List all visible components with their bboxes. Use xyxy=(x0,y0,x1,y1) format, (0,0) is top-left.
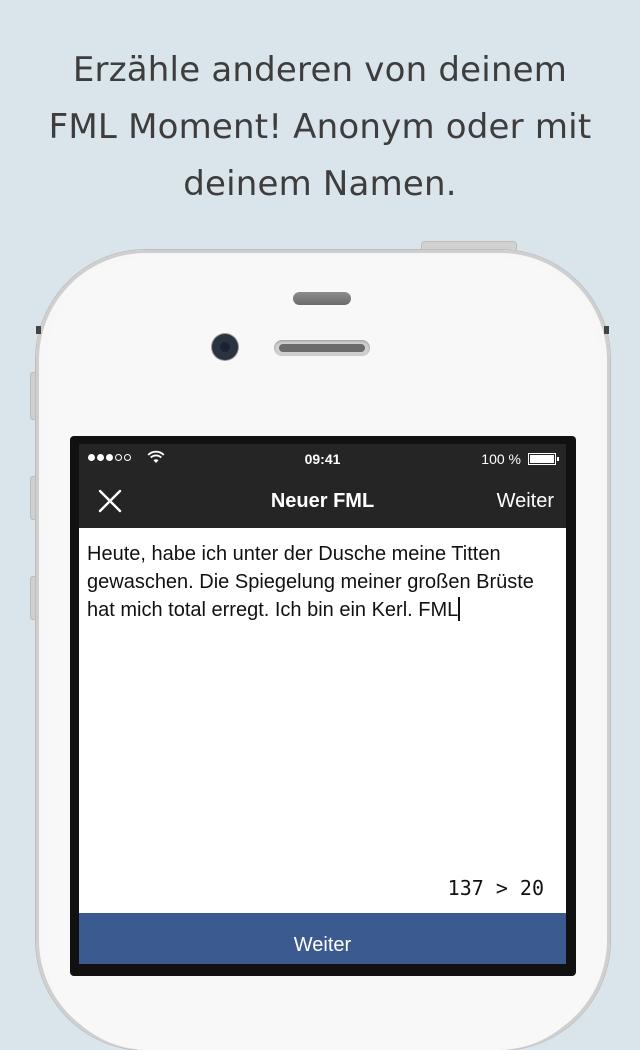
headline-line-2: FML Moment! Anonym oder mit xyxy=(48,107,592,147)
story-text-area[interactable]: Heute, habe ich unter der Dusche meine T… xyxy=(87,540,557,624)
story-text: Heute, habe ich unter der Dusche meine T… xyxy=(87,543,534,621)
promo-headline: Erzähle anderen von deinem FML Moment! A… xyxy=(0,42,640,213)
battery-percentage: 100 % xyxy=(481,451,521,467)
character-counter: 137 > 20 xyxy=(447,876,544,900)
phone-proximity-sensor xyxy=(293,292,351,305)
headline-line-1: Erzähle anderen von deinem xyxy=(72,50,568,90)
phone-earpiece-speaker xyxy=(274,340,370,356)
page-title: Neuer FML xyxy=(270,490,375,512)
phone-antenna-band xyxy=(604,326,609,334)
phone-antenna-band xyxy=(36,326,41,334)
headline-line-3: deinem Namen. xyxy=(183,164,457,204)
phone-power-button xyxy=(421,241,517,250)
navigation-bar: Neuer FML Weiter xyxy=(79,474,566,528)
battery-tip xyxy=(557,457,559,461)
status-bar: 09:41 100 % xyxy=(79,444,566,474)
front-camera-icon xyxy=(212,334,238,360)
app-screen: 09:41 100 % Neuer FML Weiter Heute, habe… xyxy=(79,444,566,964)
next-button[interactable]: Weiter xyxy=(497,490,554,513)
submit-button[interactable]: Weiter xyxy=(79,913,566,964)
battery-icon xyxy=(528,453,556,465)
text-cursor xyxy=(458,597,461,621)
